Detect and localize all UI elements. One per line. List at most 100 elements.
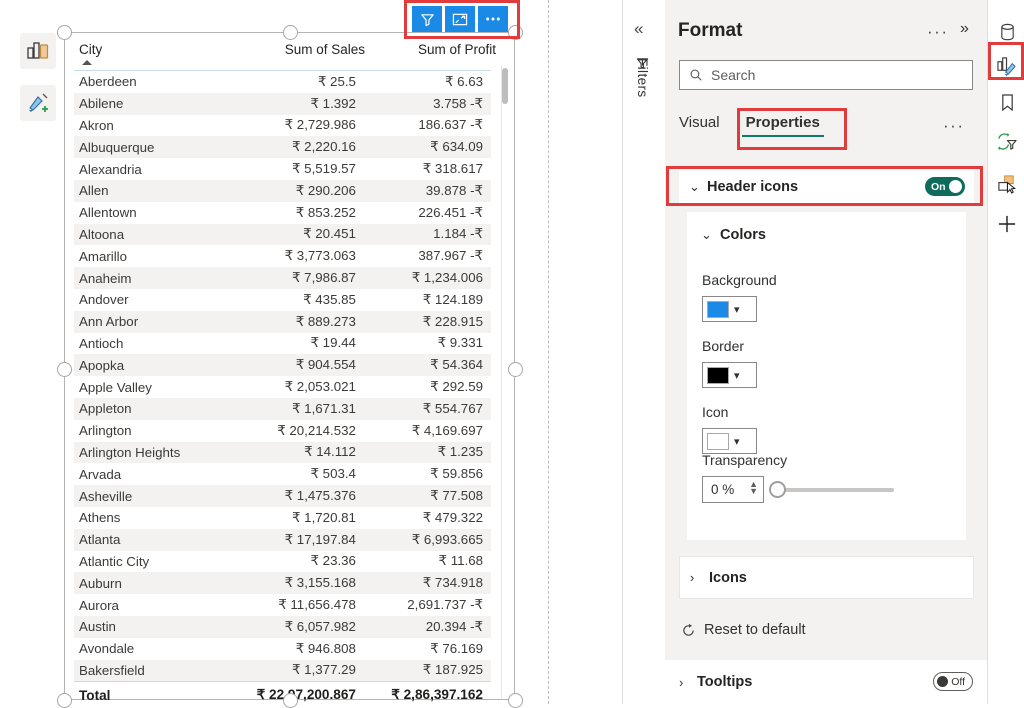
table-row[interactable]: Arlington ₹ 20,214.532 ₹ 4,169.697 (74, 420, 491, 442)
chevron-down-icon[interactable]: ⌄ (689, 179, 702, 195)
table-visual[interactable]: City Sum of Sales Sum of Profit Aberdeen… (57, 25, 523, 708)
data-icon[interactable] (993, 18, 1021, 46)
search-icon (689, 68, 703, 82)
tooltips-toggle[interactable]: Off (933, 672, 973, 691)
table-row[interactable]: Austin ₹ 6,057.982 20.394 -₹ (74, 615, 491, 638)
selection-icon[interactable] (993, 170, 1021, 198)
table-row[interactable]: Abilene ₹ 1.392 3.758 -₹ (74, 92, 491, 115)
cell-profit: ₹ 228.915 (422, 313, 483, 329)
table-row[interactable]: Apple Valley ₹ 2,053.021 ₹ 292.59 (74, 376, 491, 398)
resize-handle-bottom-right[interactable] (508, 693, 523, 708)
resize-handle-top-left[interactable] (57, 25, 72, 40)
resize-handle-top-center[interactable] (283, 25, 298, 40)
stepper-arrows-icon[interactable]: ▲ ▼ (749, 480, 758, 496)
column-header-profit[interactable]: Sum of Profit (371, 42, 504, 57)
table-row[interactable]: Arvada ₹ 503.4 ₹ 59.856 (74, 463, 491, 485)
cell-profit: ₹ 554.767 (422, 400, 483, 416)
resize-handle-bottom-left[interactable] (57, 693, 72, 708)
table-row[interactable]: Albuquerque ₹ 2,220.16 ₹ 634.09 (74, 136, 491, 159)
reset-to-default-button[interactable]: Reset to default (665, 612, 987, 648)
table-row[interactable]: Athens ₹ 1,720.81 ₹ 479.322 (74, 507, 491, 529)
table-row[interactable]: Aurora ₹ 11,656.478 2,691.737 -₹ (74, 594, 491, 616)
table-row[interactable]: Atlanta ₹ 17,197.84 ₹ 6,993.665 (74, 528, 491, 551)
focus-mode-icon[interactable] (445, 6, 475, 32)
transparency-slider-knob[interactable] (769, 481, 786, 498)
table-total-row: Total ₹ 22,97,200.867 ₹ 2,86,397.162 (74, 682, 491, 708)
background-color-picker[interactable]: ▾ (702, 296, 757, 322)
icon-color-swatch (707, 432, 729, 450)
column-header-sales[interactable]: Sum of Sales (235, 42, 371, 57)
cell-city: Auburn (79, 575, 122, 591)
transparency-slider-track[interactable] (784, 488, 894, 492)
cell-profit: 387.967 -₹ (418, 248, 483, 264)
background-label: Background (702, 272, 777, 288)
filter-icon[interactable] (412, 6, 442, 32)
cell-profit: ₹ 6,993.665 (411, 531, 483, 547)
table-row[interactable]: Alexandria ₹ 5,519.57 ₹ 318.617 (74, 158, 491, 180)
table-row[interactable]: Andover ₹ 435.85 ₹ 124.189 (74, 289, 491, 311)
icon-label: Icon (702, 404, 729, 420)
table-row[interactable]: Ann Arbor ₹ 889.273 ₹ 228.915 (74, 310, 491, 333)
chevron-down-icon[interactable]: ▾ (734, 435, 740, 448)
table-row[interactable]: Arlington Heights ₹ 14.112 ₹ 1.235 (74, 441, 491, 464)
transparency-stepper[interactable]: 0 % ▲ ▼ (702, 476, 764, 503)
table-row[interactable]: Anaheim ₹ 7,986.87 ₹ 1,234.006 (74, 267, 491, 289)
table-row[interactable]: Altoona ₹ 20.451 1.184 -₹ (74, 223, 491, 246)
more-options-icon[interactable] (478, 6, 508, 32)
resize-handle-middle-left[interactable] (57, 362, 72, 377)
collapse-chevron-icon[interactable]: « (634, 20, 643, 37)
resize-handle-bottom-center[interactable] (283, 693, 298, 708)
table-row[interactable]: Akron ₹ 2,729.986 186.637 -₹ (74, 115, 491, 137)
add-icon[interactable] (993, 210, 1021, 238)
table-scrollbar-thumb[interactable] (502, 68, 508, 104)
tooltips-card[interactable]: › Tooltips Off (665, 660, 987, 704)
chevron-down-icon[interactable]: ▾ (734, 369, 740, 382)
resize-handle-middle-right[interactable] (508, 362, 523, 377)
header-icons-toggle-label: On (931, 180, 946, 193)
cell-city: Allen (79, 183, 109, 199)
format-visual-icon[interactable] (993, 52, 1021, 80)
table-row[interactable]: Bakersfield ₹ 1,377.29 ₹ 187.925 (74, 659, 491, 682)
search-input[interactable]: Search (679, 60, 973, 90)
chevron-right-icon[interactable]: › (690, 570, 703, 585)
table-row[interactable]: Allen ₹ 290.206 39.878 -₹ (74, 179, 491, 202)
cell-city: Altoona (79, 226, 125, 242)
tab-visual[interactable]: Visual (679, 114, 732, 137)
table-row[interactable]: Apopka ₹ 904.554 ₹ 54.364 (74, 354, 491, 377)
chevron-down-icon[interactable]: ▾ (734, 303, 740, 316)
column-header-city[interactable]: City (74, 42, 235, 65)
cell-sales: ₹ 11,656.478 (278, 597, 356, 613)
filters-pane-collapsed[interactable]: « Filters (623, 0, 665, 704)
table-row[interactable]: Auburn ₹ 3,155.168 ₹ 734.918 (74, 572, 491, 595)
chevron-right-icon[interactable]: › (679, 675, 692, 690)
header-icons-card[interactable]: ⌄ Header icons On (679, 170, 974, 203)
icon-color-picker[interactable]: ▾ (702, 428, 757, 454)
header-icons-toggle[interactable]: On (925, 177, 965, 196)
table-row[interactable]: Allentown ₹ 853.252 226.451 -₹ (74, 202, 491, 224)
table-scrollbar-track[interactable] (501, 66, 509, 698)
format-brush-add-icon[interactable] (20, 85, 56, 121)
format-pane-more-icon[interactable]: ··· (927, 22, 948, 42)
border-color-picker[interactable]: ▾ (702, 362, 757, 388)
table-row[interactable]: Appleton ₹ 1,671.31 ₹ 554.767 (74, 397, 491, 420)
table-row[interactable]: Antioch ₹ 19.44 ₹ 9.331 (74, 333, 491, 355)
table-row[interactable]: Avondale ₹ 946.808 ₹ 76.169 (74, 638, 491, 660)
cell-profit: ₹ 1,234.006 (411, 270, 483, 286)
resize-handle-top-right[interactable] (508, 25, 523, 40)
table-row[interactable]: Atlantic City ₹ 23.36 ₹ 11.68 (74, 551, 491, 573)
tabs-more-icon[interactable]: ··· (943, 116, 964, 136)
chevron-down-icon[interactable]: ⌄ (701, 227, 714, 243)
visualization-chart-icon[interactable] (20, 33, 56, 69)
cell-sales: ₹ 889.273 (295, 313, 356, 329)
icons-card[interactable]: › Icons (679, 556, 974, 599)
colors-section-header[interactable]: ⌄ Colors (701, 227, 766, 243)
tab-properties[interactable]: Properties (732, 114, 834, 137)
sync-slicers-icon[interactable] (993, 128, 1021, 156)
table-row[interactable]: Aberdeen ₹ 25.5 ₹ 6.63 (74, 71, 491, 93)
format-pane-expand-icon[interactable]: » (960, 20, 969, 38)
bookmark-icon[interactable] (993, 88, 1021, 116)
table-row[interactable]: Amarillo ₹ 3,773.063 387.967 -₹ (74, 245, 491, 267)
cell-sales: ₹ 19.44 (310, 335, 356, 351)
table-row[interactable]: Asheville ₹ 1,475.376 ₹ 77.508 (74, 485, 491, 507)
cell-sales: ₹ 6,057.982 (284, 618, 356, 634)
